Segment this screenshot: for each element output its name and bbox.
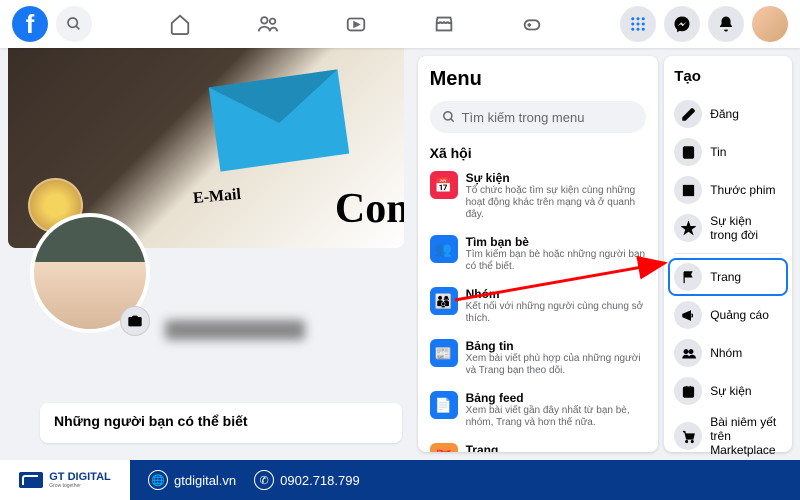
menu-grid-button[interactable] [620,6,656,42]
brand-tagline: Grow together [49,483,111,489]
friends-icon [257,13,279,35]
menu-item-desc: Tổ chức hoặc tìm sự kiện cùng những hoạt… [466,185,647,221]
menu-title: Menu [430,68,647,91]
marketplace-icon [433,13,455,35]
search-icon [442,110,456,124]
footer-banner: GT DIGITAL Grow together 🌐gtdigital.vn ✆… [0,460,800,500]
create-item-film[interactable]: Thước phim [674,171,782,209]
create-item-label: Trang [710,270,741,284]
gaming-icon [521,13,543,35]
menu-item-1[interactable]: 👥 Tìm bạn bèTìm kiếm bạn bè hoặc những ng… [430,231,647,277]
phone-icon: ✆ [254,470,274,490]
globe-icon: 🌐 [148,470,168,490]
watch-icon [345,13,367,35]
menu-item-title: Tìm bạn bè [466,235,647,249]
facebook-logo[interactable]: f [12,6,48,42]
menu-panel: Menu Tìm kiếm trong menu Xã hội 📅 Sự kiện… [418,56,659,452]
menu-item-title: Bảng feed [466,391,647,405]
menu-item-icon: 🚩 [430,443,458,452]
create-item-label: Sự kiện trong đời [710,214,782,242]
menu-item-2[interactable]: 👨‍👩‍👦 NhómKết nối với những người cùng ch… [430,283,647,329]
create-item-label: Nhóm [710,346,742,360]
create-item-label: Tin [710,145,726,159]
cover-text-contact: Cont [335,185,404,233]
nav-home[interactable] [140,2,220,46]
edit-icon [674,100,702,128]
menu-item-icon: 👥 [430,235,458,263]
menu-item-title: Trang [466,443,647,452]
search-icon [66,16,82,32]
nav-friends[interactable] [228,2,308,46]
grid-icon [629,15,647,33]
menu-item-4[interactable]: 📄 Bảng feedXem bài viết gần đây nhất từ b… [430,387,647,433]
film-icon [674,176,702,204]
book-icon [674,138,702,166]
menu-section-label: Xã hội [430,145,647,161]
menu-search-input[interactable]: Tìm kiếm trong menu [430,101,647,133]
change-avatar-button[interactable] [120,306,150,336]
menu-item-title: Nhóm [466,287,647,301]
envelope-illustration [208,69,349,171]
calendar-icon [674,377,702,405]
pymk-card[interactable]: Những người bạn có thể biết [40,403,402,443]
create-item-flag[interactable]: Trang [670,260,786,294]
create-item-cart[interactable]: Bài niêm yết trên Marketplace [674,410,782,462]
account-avatar[interactable] [752,6,788,42]
nav-watch[interactable] [316,2,396,46]
pymk-label: Những người bạn có thể biết [54,413,248,429]
footer-brand: GT DIGITAL Grow together [0,460,130,500]
menu-item-0[interactable]: 📅 Sự kiệnTổ chức hoặc tìm sự kiện cùng nh… [430,167,647,225]
create-item-book[interactable]: Tin [674,133,782,171]
brand-name: GT DIGITAL [49,472,111,483]
search-button[interactable] [56,6,92,42]
create-item-edit[interactable]: Đăng [674,95,782,133]
camera-icon [127,313,143,329]
group-icon [674,339,702,367]
menu-item-icon: 📅 [430,171,458,199]
cover-text-email: E-Mail [192,186,241,208]
menu-item-title: Bảng tin [466,339,647,353]
flag-icon [674,263,702,291]
nav-marketplace[interactable] [404,2,484,46]
create-item-label: Sự kiện [710,384,751,398]
footer-phone[interactable]: ✆0902.718.799 [254,470,360,490]
create-title: Tạo [674,68,782,85]
menu-item-desc: Tìm kiếm bạn bè hoặc những người bạn có … [466,249,647,273]
create-item-label: Thước phim [710,183,775,197]
menu-item-title: Sự kiện [466,171,647,185]
messenger-button[interactable] [664,6,700,42]
menu-item-5[interactable]: 🚩TrangKhám phá và kết nối với các doanh … [430,439,647,452]
nav-gaming[interactable] [492,2,572,46]
menu-item-icon: 👨‍👩‍👦 [430,287,458,315]
home-icon [169,13,191,35]
create-item-megaphone[interactable]: Quảng cáo [674,296,782,334]
menu-item-desc: Kết nối với những người cùng chung sở th… [466,301,647,325]
messenger-icon [673,15,691,33]
star-icon [674,214,702,242]
menu-item-desc: Xem bài viết phù hợp của những người và … [466,353,647,377]
megaphone-icon [674,301,702,329]
menu-item-icon: 📄 [430,391,458,419]
menu-search-placeholder: Tìm kiếm trong menu [462,110,585,125]
menu-item-icon: 📰 [430,339,458,367]
create-item-label: Quảng cáo [710,308,769,322]
notifications-button[interactable] [708,6,744,42]
menu-item-desc: Xem bài viết gần đây nhất từ bạn bè, nhó… [466,405,647,429]
profile-name-blurred [165,320,305,340]
create-item-group[interactable]: Nhóm [674,334,782,372]
divider [674,253,782,254]
create-panel: Tạo Đăng Tin Thước phim Sự kiện trong đời Tr… [664,56,792,452]
bell-icon [717,15,735,33]
brand-logo-icon [19,472,43,488]
create-item-label: Bài niêm yết trên Marketplace [710,415,782,457]
create-item-label: Đăng [710,107,739,121]
profile-area: E-Mail Cont Những người bạn có thể biết [0,48,412,460]
menu-item-3[interactable]: 📰 Bảng tinXem bài viết phù hợp của những … [430,335,647,381]
footer-website[interactable]: 🌐gtdigital.vn [148,470,236,490]
cart-icon [674,422,702,450]
create-item-star[interactable]: Sự kiện trong đời [674,209,782,247]
create-item-calendar[interactable]: Sự kiện [674,372,782,410]
